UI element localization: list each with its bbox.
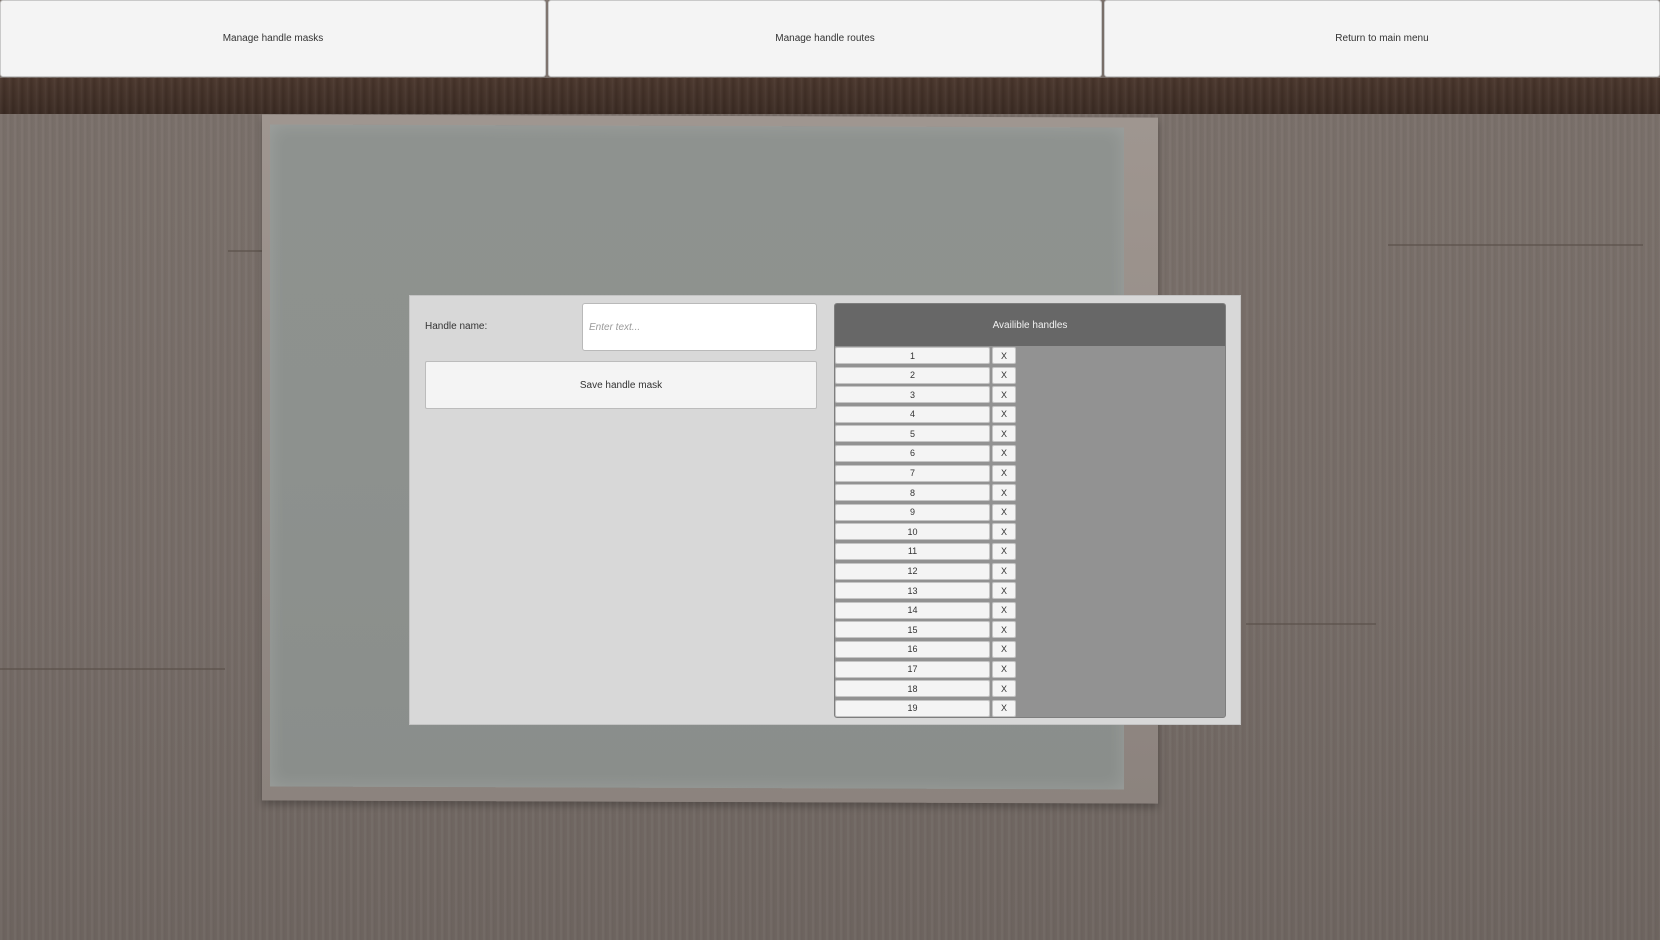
list-item: 19 X xyxy=(835,699,1225,717)
remove-handle-button[interactable]: X xyxy=(992,680,1016,698)
available-handles-panel: Availible handles 1 X 2 X 3 X 4 X 5 X 6 X 7 X 8 X 9 X 10 X 1… xyxy=(834,303,1226,718)
wall-seam xyxy=(1388,244,1643,246)
return-to-main-menu-button[interactable]: Return to main menu xyxy=(1104,0,1660,77)
handle-select-button[interactable]: 6 xyxy=(835,444,990,462)
save-handle-mask-button[interactable]: Save handle mask xyxy=(425,361,817,409)
remove-handle-button[interactable]: X xyxy=(992,621,1016,639)
list-item: 10 X xyxy=(835,522,1225,542)
list-item: 8X xyxy=(835,483,1225,503)
wall-seam xyxy=(1246,623,1376,625)
remove-handle-button[interactable]: X xyxy=(992,582,1016,600)
wall-seam xyxy=(228,250,264,252)
manage-handle-masks-button[interactable]: Manage handle masks xyxy=(0,0,546,77)
handle-select-button[interactable]: 5 xyxy=(835,425,990,443)
handle-select-button[interactable]: 17 xyxy=(835,660,990,678)
remove-handle-button[interactable]: X xyxy=(992,347,1016,364)
list-item: 11 X xyxy=(835,542,1225,562)
wall-seam xyxy=(0,668,225,670)
list-item: 17 X xyxy=(835,660,1225,680)
list-item: 16 X xyxy=(835,640,1225,660)
list-item: 2X xyxy=(835,366,1225,386)
remove-handle-button[interactable]: X xyxy=(992,484,1016,502)
handle-select-button[interactable]: 8 xyxy=(835,484,990,502)
remove-handle-button[interactable]: X xyxy=(992,660,1016,678)
remove-handle-button[interactable]: X xyxy=(992,542,1016,560)
list-item: 3X xyxy=(835,385,1225,405)
list-item: 18 X xyxy=(835,679,1225,699)
list-item: 13 X xyxy=(835,581,1225,601)
handle-select-button[interactable]: 19 xyxy=(835,699,990,717)
handle-select-button[interactable]: 14 xyxy=(835,601,990,619)
handle-select-button[interactable]: 11 xyxy=(835,542,990,560)
handle-select-button[interactable]: 13 xyxy=(835,582,990,600)
remove-handle-button[interactable]: X xyxy=(992,523,1016,541)
handle-select-button[interactable]: 10 xyxy=(835,523,990,541)
handle-select-button[interactable]: 3 xyxy=(835,386,990,404)
handle-name-input[interactable] xyxy=(582,303,817,351)
list-item: 5X xyxy=(835,424,1225,444)
list-item: 1X xyxy=(835,346,1225,366)
manage-handle-routes-button[interactable]: Manage handle routes xyxy=(548,0,1102,77)
handle-name-label: Handle name: xyxy=(425,321,488,332)
remove-handle-button[interactable]: X xyxy=(992,699,1016,717)
handle-list[interactable]: 1 X 2 X 3 X 4 X 5 X 6 X 7 X 8 X 9 X 10 X 11 X 12 X 13 X 14 X 15 X 16 X 1… xyxy=(835,346,1225,717)
list-item: 15 X xyxy=(835,620,1225,640)
remove-handle-button[interactable]: X xyxy=(992,601,1016,619)
handle-mask-dialog: Handle name: Save handle mask Availible … xyxy=(409,295,1241,725)
remove-handle-button[interactable]: X xyxy=(992,640,1016,658)
list-item: 12 X xyxy=(835,562,1225,582)
list-item: 4X xyxy=(835,405,1225,425)
handle-select-button[interactable]: 9 xyxy=(835,503,990,521)
list-item: 6X xyxy=(835,444,1225,464)
remove-handle-button[interactable]: X xyxy=(992,503,1016,521)
remove-handle-button[interactable]: X xyxy=(992,464,1016,482)
handle-select-button[interactable]: 15 xyxy=(835,621,990,639)
handle-select-button[interactable]: 1 xyxy=(835,347,990,364)
handle-select-button[interactable]: 12 xyxy=(835,562,990,580)
remove-handle-button[interactable]: X xyxy=(992,444,1016,462)
handle-select-button[interactable]: 2 xyxy=(835,366,990,384)
list-item: 14 X xyxy=(835,601,1225,621)
handle-select-button[interactable]: 16 xyxy=(835,640,990,658)
remove-handle-button[interactable]: X xyxy=(992,386,1016,404)
remove-handle-button[interactable]: X xyxy=(992,405,1016,423)
remove-handle-button[interactable]: X xyxy=(992,425,1016,443)
handle-select-button[interactable]: 18 xyxy=(835,680,990,698)
remove-handle-button[interactable]: X xyxy=(992,562,1016,580)
handle-select-button[interactable]: 4 xyxy=(835,405,990,423)
wood-ceiling-strip xyxy=(0,78,1660,114)
remove-handle-button[interactable]: X xyxy=(992,366,1016,384)
handle-select-button[interactable]: 7 xyxy=(835,464,990,482)
available-handles-header: Availible handles xyxy=(835,304,1225,346)
list-item: 9X xyxy=(835,503,1225,523)
list-item: 7X xyxy=(835,464,1225,484)
